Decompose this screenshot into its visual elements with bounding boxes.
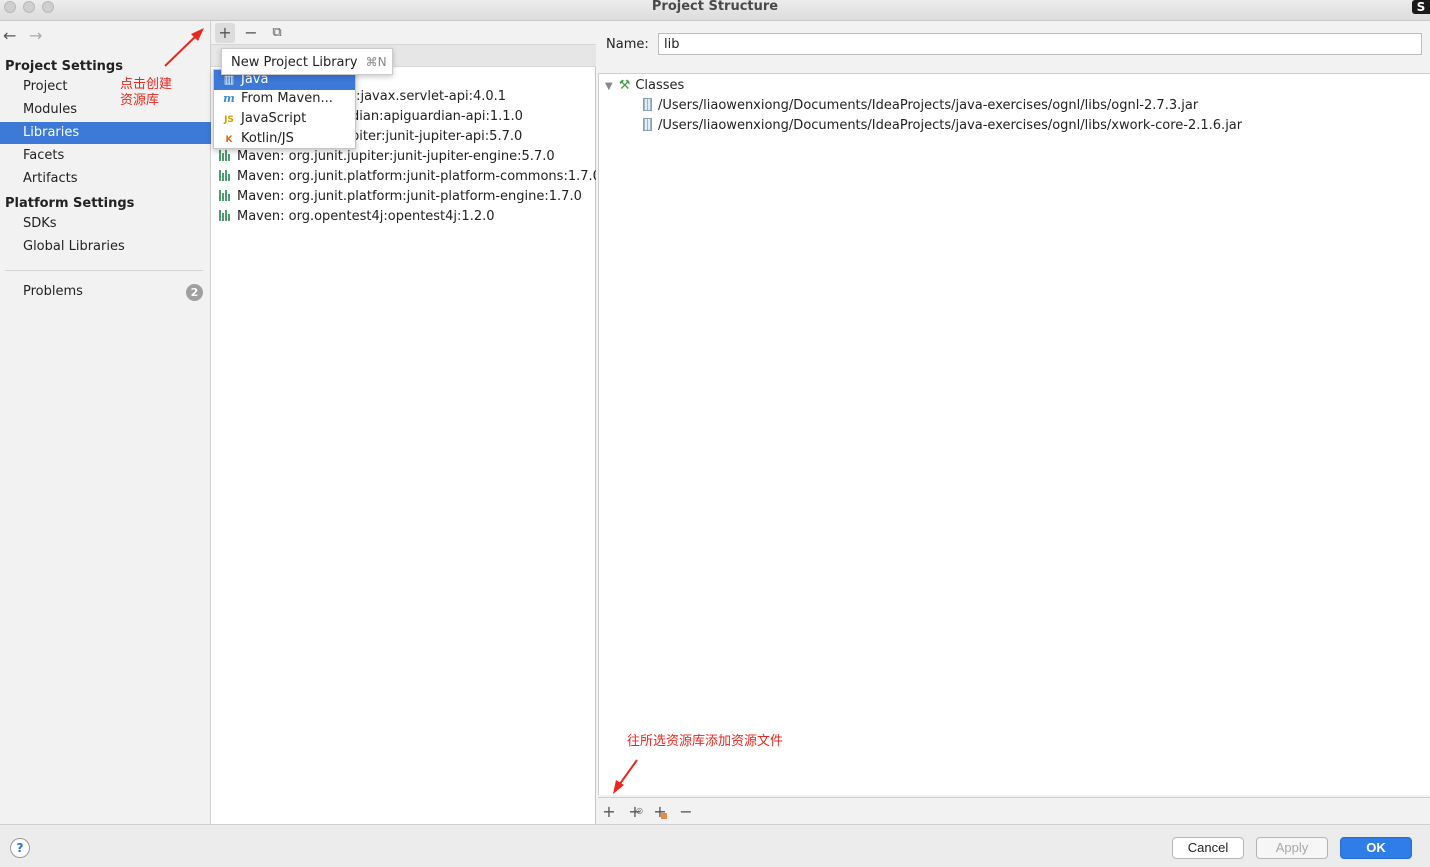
menu-item-from-maven[interactable]: m From Maven...	[214, 89, 355, 109]
maven-library-icon	[219, 210, 232, 221]
sidebar-item-problems[interactable]: Problems 2	[0, 281, 211, 303]
other-root-icon	[661, 813, 667, 819]
libraries-toolbar: + − ⧉	[211, 21, 596, 45]
classes-root-icon: ⚒	[618, 78, 631, 93]
library-item[interactable]: Maven: org.junit.platform:junit-platform…	[219, 187, 582, 207]
jar-path: /Users/liaowenxiong/Documents/IdeaProjec…	[658, 118, 1243, 133]
library-name: Maven: org.junit.jupiter:junit-jupiter-e…	[237, 149, 555, 164]
menu-item-javascript[interactable]: JS JavaScript	[214, 109, 355, 129]
jar-file-icon	[643, 118, 652, 131]
javascript-icon: JS	[224, 115, 234, 125]
platform-settings-heading: Platform Settings	[5, 196, 135, 211]
copy-library-button[interactable]: ⧉	[267, 23, 287, 43]
apply-button[interactable]: Apply	[1256, 837, 1328, 859]
classes-node[interactable]: ▼ ⚒ Classes	[605, 76, 684, 96]
menu-item-kotlin-js[interactable]: K Kotlin/JS	[214, 129, 355, 149]
help-icon[interactable]: ?	[10, 838, 30, 858]
sidebar-divider	[5, 270, 203, 271]
library-name: piter:junit-jupiter-api:5.7.0	[351, 129, 523, 144]
menu-item-label: JavaScript	[241, 111, 307, 126]
sidebar-item-facets[interactable]: Facets	[0, 145, 211, 167]
new-project-library-tooltip: New Project Library ⌘N	[221, 48, 393, 75]
add-root-button[interactable]: +	[599, 802, 619, 822]
library-item[interactable]: Maven: org.opentest4j:opentest4j:1.2.0	[219, 207, 495, 227]
jar-file-icon	[643, 98, 652, 111]
ok-button[interactable]: OK	[1340, 837, 1412, 859]
annotation-arrow-icon	[613, 759, 638, 794]
sidebar-item-libraries[interactable]: Libraries	[0, 122, 211, 144]
sidebar-item-artifacts[interactable]: Artifacts	[0, 168, 211, 190]
library-name: Maven: org.junit.platform:junit-platform…	[237, 169, 601, 184]
project-settings-heading: Project Settings	[5, 59, 123, 74]
sidebar-item-sdks[interactable]: SDKs	[0, 213, 211, 235]
library-roots-tree: ▼ ⚒ Classes /Users/liaowenxiong/Documents/…	[598, 73, 1430, 795]
maven-library-icon	[219, 170, 232, 181]
add-other-root-button[interactable]: +	[650, 802, 670, 822]
cancel-button[interactable]: Cancel	[1172, 837, 1244, 859]
jar-item[interactable]: /Users/liaowenxiong/Documents/IdeaProjec…	[643, 116, 1242, 136]
library-item[interactable]: Maven: org.junit.platform:junit-platform…	[219, 167, 601, 187]
kotlin-js-icon: K	[225, 135, 233, 145]
add-jar-directory-button[interactable]: + ◎	[625, 802, 645, 822]
jar-path: /Users/liaowenxiong/Documents/IdeaProjec…	[658, 98, 1199, 113]
classes-label: Classes	[635, 78, 685, 93]
library-name: Maven: org.junit.platform:junit-platform…	[237, 189, 582, 204]
jar-directory-icon: ◎	[636, 806, 643, 815]
library-details-panel: Name: ▼ ⚒ Classes /Users/liaowenxiong/Docu…	[596, 21, 1430, 824]
new-library-dropdown: ▥ Java m From Maven... JS JavaScript K Kotli…	[213, 69, 356, 149]
app-badge-icon: S	[1412, 0, 1430, 14]
maven-library-icon	[219, 150, 232, 161]
tooltip-shortcut: ⌘N	[365, 55, 387, 69]
jar-item[interactable]: /Users/liaowenxiong/Documents/IdeaProjec…	[643, 96, 1198, 116]
annotation-create-library: 点击创建 资源库	[120, 77, 172, 109]
problems-label: Problems	[23, 284, 83, 299]
sidebar-item-modules[interactable]: Modules	[0, 99, 211, 121]
tooltip-label: New Project Library	[231, 55, 358, 70]
annotation-add-files: 往所选资源库添加资源文件	[627, 734, 784, 749]
library-name: dian:apiguardian-api:1.1.0	[351, 109, 523, 124]
remove-library-button[interactable]: −	[241, 23, 261, 43]
title-bar: Project Structure S	[0, 0, 1430, 21]
window-title: Project Structure	[651, 0, 779, 14]
add-library-button[interactable]: +	[215, 23, 235, 43]
library-name: t:javax.servlet-api:4.0.1	[351, 89, 507, 104]
maven-icon: m	[223, 92, 235, 105]
sidebar-item-project[interactable]: Project	[0, 76, 211, 98]
sidebar-item-global-libraries[interactable]: Global Libraries	[0, 236, 211, 258]
library-name-input[interactable]	[658, 33, 1422, 55]
expand-triangle-icon[interactable]: ▼	[605, 81, 613, 92]
name-label: Name:	[606, 37, 649, 52]
back-arrow-icon[interactable]: ←	[3, 26, 16, 45]
library-name: Maven: org.opentest4j:opentest4j:1.2.0	[237, 209, 495, 224]
annotation-line-1: 点击创建	[120, 77, 173, 92]
menu-item-label: From Maven...	[241, 91, 333, 106]
annotation-line-2: 资源库	[120, 93, 160, 108]
settings-sidebar: ← → Project Settings Project Modules Lib…	[0, 21, 211, 824]
annotation-arrow-icon	[164, 28, 204, 67]
dialog-footer: ? Cancel Apply OK	[0, 824, 1430, 867]
problems-count-badge: 2	[186, 284, 203, 301]
menu-item-label: Kotlin/JS	[241, 131, 294, 146]
roots-toolbar: + + ◎ + −	[598, 797, 1430, 824]
forward-arrow-icon[interactable]: →	[29, 26, 42, 45]
remove-root-button[interactable]: −	[676, 802, 696, 822]
maven-library-icon	[219, 190, 232, 201]
library-item[interactable]: Maven: org.junit.jupiter:junit-jupiter-e…	[219, 147, 555, 167]
